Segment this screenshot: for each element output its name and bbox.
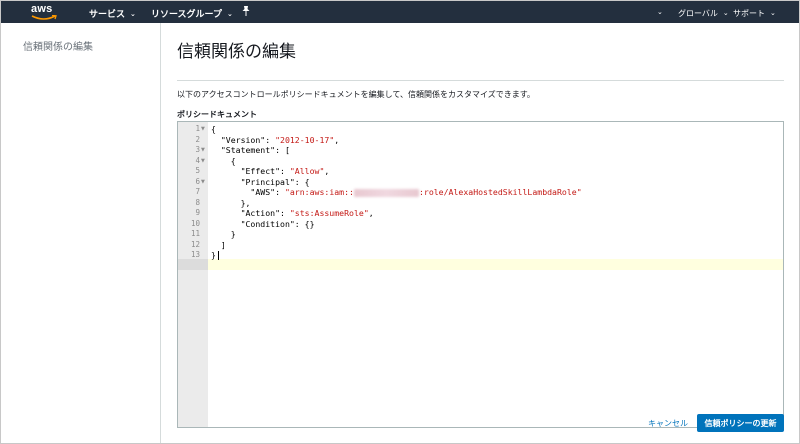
line-number: 9 bbox=[195, 208, 200, 217]
fold-toggle-icon[interactable]: ▼ bbox=[201, 156, 205, 167]
policy-document-label: ポリシードキュメント bbox=[177, 110, 257, 119]
code-token: } bbox=[211, 229, 236, 239]
line-number: 8 bbox=[195, 197, 200, 207]
aws-logo-text: aws bbox=[31, 3, 53, 15]
active-line-highlight bbox=[208, 259, 783, 270]
account-menu[interactable]: ⌄ bbox=[657, 8, 663, 17]
fold-toggle-icon[interactable]: ▼ bbox=[201, 177, 205, 188]
active-line-gutter bbox=[178, 259, 208, 270]
aws-logo[interactable]: aws bbox=[31, 3, 63, 21]
code-token: } bbox=[211, 250, 216, 260]
line-number: 11 bbox=[190, 229, 200, 238]
code-line: ] bbox=[208, 240, 783, 251]
code-text: "Principal": { bbox=[211, 177, 310, 188]
support-menu[interactable]: サポート ⌄ bbox=[733, 8, 776, 19]
line-number: 5 bbox=[195, 166, 200, 175]
code-line: { bbox=[208, 156, 783, 167]
sidebar: 信頼関係の編集 bbox=[1, 23, 161, 443]
code-line: "Statement": [ bbox=[208, 145, 783, 156]
pin-icon[interactable] bbox=[241, 5, 251, 20]
code-token: , bbox=[368, 208, 374, 218]
code-token: }, bbox=[211, 197, 251, 208]
chevron-down-icon: ⌄ bbox=[227, 10, 233, 18]
code-token: { bbox=[211, 124, 216, 134]
policy-code-editor[interactable]: 1 ▼{2 "Version": "2012-10-17", 3 ▼ "Stateme… bbox=[177, 121, 784, 428]
chevron-down-icon: ⌄ bbox=[722, 9, 729, 17]
code-token: "Statement": [ bbox=[211, 145, 290, 155]
cancel-button[interactable]: キャンセル bbox=[648, 418, 688, 429]
line-number: 10 bbox=[190, 218, 200, 228]
code-line: { bbox=[208, 124, 783, 135]
code-token: "Condition": {} bbox=[211, 218, 315, 229]
services-menu[interactable]: サービス ⌄ bbox=[89, 7, 136, 20]
line-number: 4 bbox=[195, 155, 200, 165]
sidebar-title: 信頼関係の編集 bbox=[23, 42, 93, 53]
code-string: "2012-10-17" bbox=[275, 134, 335, 145]
support-label: サポート bbox=[733, 9, 765, 18]
code-token: , bbox=[334, 134, 340, 145]
title-divider bbox=[177, 80, 784, 81]
code-line: "Action": "sts:AssumeRole", bbox=[208, 208, 783, 219]
code-token: "Version": bbox=[211, 134, 276, 145]
line-number: 2 bbox=[195, 134, 200, 144]
fold-toggle-icon[interactable]: ▼ bbox=[201, 124, 205, 135]
page-description: 以下のアクセスコントロールポリシードキュメントを編集して、信頼関係をカスタマイズ… bbox=[177, 90, 535, 99]
resource-groups-menu[interactable]: リソースグループ ⌄ bbox=[151, 7, 233, 20]
line-number: 12 bbox=[190, 239, 200, 249]
code-string: "arn:aws:iam:: bbox=[284, 187, 354, 197]
line-number: 6 bbox=[195, 176, 200, 186]
code-line: "Effect": "Allow", bbox=[208, 166, 783, 177]
code-text: "Effect": "Allow", bbox=[211, 166, 330, 177]
code-text: }, bbox=[211, 197, 251, 209]
code-line: }, bbox=[208, 197, 783, 209]
page-title: 信頼関係の編集 bbox=[177, 42, 296, 62]
line-number: 3 bbox=[195, 145, 200, 154]
fold-toggle-icon[interactable]: ▼ bbox=[201, 145, 205, 156]
code-text: "Condition": {} bbox=[211, 219, 315, 230]
update-trust-policy-button[interactable]: 信頼ポリシーの更新 bbox=[697, 414, 784, 432]
chevron-down-icon: ⌄ bbox=[770, 9, 776, 17]
code-text: "Action": "sts:AssumeRole", bbox=[211, 208, 374, 219]
code-text: } bbox=[211, 229, 236, 240]
chevron-down-icon: ⌄ bbox=[657, 8, 663, 16]
region-menu[interactable]: グローバル ⌄ bbox=[678, 8, 729, 19]
main-content: 信頼関係の編集 以下のアクセスコントロールポリシードキュメントを編集して、信頼関… bbox=[162, 23, 799, 443]
code-text: { bbox=[211, 156, 236, 167]
code-string: "Allow" bbox=[289, 166, 325, 176]
code-string: "sts:AssumeRole" bbox=[289, 208, 369, 218]
code-line: "Condition": {} bbox=[208, 219, 783, 230]
code-string: :role/AlexaHostedSkillLambdaRole" bbox=[418, 187, 582, 197]
code-line: } bbox=[208, 229, 783, 240]
text-cursor bbox=[218, 251, 219, 260]
code-token: "Principal": { bbox=[211, 176, 310, 187]
code-line: "Version": "2012-10-17", bbox=[208, 135, 783, 146]
code-text: "AWS": "arn:aws:iam:::role/AlexaHostedSk… bbox=[211, 187, 582, 198]
line-number: 13 bbox=[190, 250, 200, 259]
code-line: "Principal": { bbox=[208, 177, 783, 188]
resource-groups-label: リソースグループ bbox=[151, 10, 223, 20]
code-text: "Statement": [ bbox=[211, 145, 290, 156]
redacted-account-id bbox=[353, 188, 419, 197]
region-label: グローバル bbox=[678, 9, 718, 18]
code-text: { bbox=[211, 124, 216, 135]
code-text: "Version": "2012-10-17", bbox=[211, 135, 339, 146]
code-line: "AWS": "arn:aws:iam:::role/AlexaHostedSk… bbox=[208, 187, 783, 198]
code-token: { bbox=[211, 155, 236, 166]
line-number: 7 bbox=[195, 187, 200, 196]
aws-smile-icon bbox=[31, 15, 57, 20]
top-navigation-bar: aws サービス ⌄ リソースグループ ⌄ ⌄ グローバル ⌄ サポート ⌄ bbox=[1, 1, 799, 23]
code-token: , bbox=[324, 166, 330, 176]
line-number: 1 bbox=[195, 124, 200, 133]
code-token: "AWS": bbox=[211, 187, 285, 197]
chevron-down-icon: ⌄ bbox=[130, 10, 136, 18]
code-token: "Action": bbox=[211, 208, 290, 218]
code-token: "Effect": bbox=[211, 166, 290, 176]
code-token: ] bbox=[211, 239, 226, 250]
services-label: サービス bbox=[89, 10, 126, 20]
code-line: } bbox=[208, 250, 783, 261]
code-text: ] bbox=[211, 240, 226, 251]
code-text: } bbox=[211, 250, 216, 261]
